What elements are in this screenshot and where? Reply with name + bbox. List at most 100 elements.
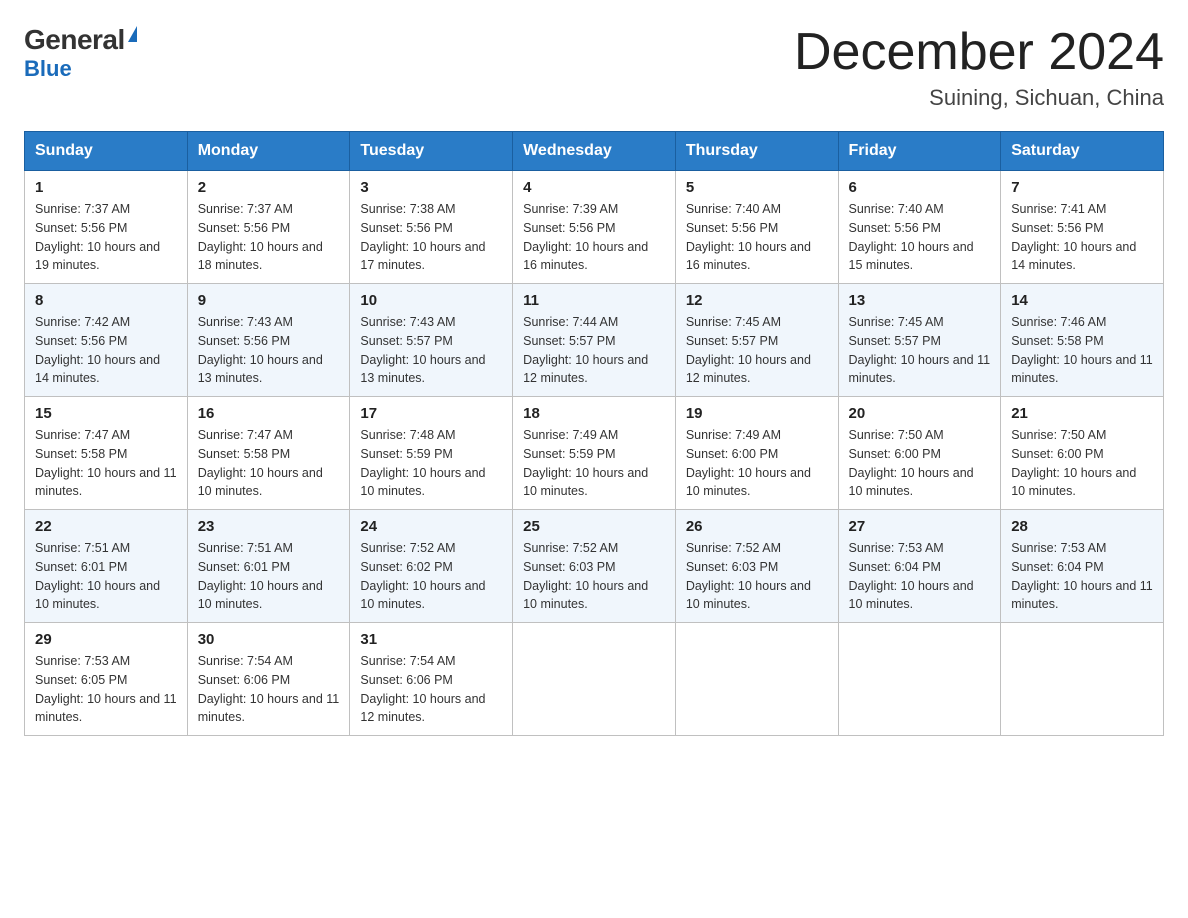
day-info: Sunrise: 7:53 AMSunset: 6:05 PMDaylight:… <box>35 654 177 724</box>
day-info: Sunrise: 7:39 AMSunset: 5:56 PMDaylight:… <box>523 202 648 272</box>
day-number: 8 <box>35 292 177 309</box>
day-number: 12 <box>686 292 828 309</box>
day-info: Sunrise: 7:53 AMSunset: 6:04 PMDaylight:… <box>849 541 974 611</box>
day-number: 16 <box>198 405 340 422</box>
logo: General Blue <box>24 24 125 82</box>
day-number: 13 <box>849 292 991 309</box>
calendar-day-cell: 22 Sunrise: 7:51 AMSunset: 6:01 PMDaylig… <box>25 510 188 623</box>
day-number: 24 <box>360 518 502 535</box>
day-number: 6 <box>849 179 991 196</box>
title-block: December 2024 Suining, Sichuan, China <box>794 24 1164 111</box>
calendar-day-cell: 12 Sunrise: 7:45 AMSunset: 5:57 PMDaylig… <box>675 284 838 397</box>
weekday-header-thursday: Thursday <box>675 132 838 171</box>
day-number: 2 <box>198 179 340 196</box>
day-number: 30 <box>198 631 340 648</box>
weekday-header-saturday: Saturday <box>1001 132 1164 171</box>
day-info: Sunrise: 7:40 AMSunset: 5:56 PMDaylight:… <box>686 202 811 272</box>
day-info: Sunrise: 7:40 AMSunset: 5:56 PMDaylight:… <box>849 202 974 272</box>
calendar-day-cell <box>513 623 676 736</box>
calendar-day-cell: 14 Sunrise: 7:46 AMSunset: 5:58 PMDaylig… <box>1001 284 1164 397</box>
day-number: 19 <box>686 405 828 422</box>
day-info: Sunrise: 7:52 AMSunset: 6:02 PMDaylight:… <box>360 541 485 611</box>
day-number: 10 <box>360 292 502 309</box>
day-info: Sunrise: 7:54 AMSunset: 6:06 PMDaylight:… <box>198 654 340 724</box>
calendar-week-row: 29 Sunrise: 7:53 AMSunset: 6:05 PMDaylig… <box>25 623 1164 736</box>
calendar-day-cell: 11 Sunrise: 7:44 AMSunset: 5:57 PMDaylig… <box>513 284 676 397</box>
day-info: Sunrise: 7:46 AMSunset: 5:58 PMDaylight:… <box>1011 315 1153 385</box>
day-number: 11 <box>523 292 665 309</box>
day-info: Sunrise: 7:43 AMSunset: 5:56 PMDaylight:… <box>198 315 323 385</box>
day-info: Sunrise: 7:52 AMSunset: 6:03 PMDaylight:… <box>686 541 811 611</box>
calendar-day-cell: 30 Sunrise: 7:54 AMSunset: 6:06 PMDaylig… <box>187 623 350 736</box>
calendar-day-cell: 6 Sunrise: 7:40 AMSunset: 5:56 PMDayligh… <box>838 171 1001 284</box>
day-info: Sunrise: 7:51 AMSunset: 6:01 PMDaylight:… <box>198 541 323 611</box>
calendar-day-cell: 1 Sunrise: 7:37 AMSunset: 5:56 PMDayligh… <box>25 171 188 284</box>
day-info: Sunrise: 7:50 AMSunset: 6:00 PMDaylight:… <box>849 428 974 498</box>
calendar-day-cell: 29 Sunrise: 7:53 AMSunset: 6:05 PMDaylig… <box>25 623 188 736</box>
day-info: Sunrise: 7:52 AMSunset: 6:03 PMDaylight:… <box>523 541 648 611</box>
day-number: 15 <box>35 405 177 422</box>
day-info: Sunrise: 7:43 AMSunset: 5:57 PMDaylight:… <box>360 315 485 385</box>
calendar-week-row: 15 Sunrise: 7:47 AMSunset: 5:58 PMDaylig… <box>25 397 1164 510</box>
day-info: Sunrise: 7:41 AMSunset: 5:56 PMDaylight:… <box>1011 202 1136 272</box>
day-number: 26 <box>686 518 828 535</box>
calendar-week-row: 22 Sunrise: 7:51 AMSunset: 6:01 PMDaylig… <box>25 510 1164 623</box>
weekday-header-row: SundayMondayTuesdayWednesdayThursdayFrid… <box>25 132 1164 171</box>
day-info: Sunrise: 7:50 AMSunset: 6:00 PMDaylight:… <box>1011 428 1136 498</box>
weekday-header-wednesday: Wednesday <box>513 132 676 171</box>
calendar-day-cell: 9 Sunrise: 7:43 AMSunset: 5:56 PMDayligh… <box>187 284 350 397</box>
day-number: 4 <box>523 179 665 196</box>
calendar-day-cell: 4 Sunrise: 7:39 AMSunset: 5:56 PMDayligh… <box>513 171 676 284</box>
calendar-day-cell: 26 Sunrise: 7:52 AMSunset: 6:03 PMDaylig… <box>675 510 838 623</box>
day-info: Sunrise: 7:47 AMSunset: 5:58 PMDaylight:… <box>35 428 177 498</box>
page-header: General Blue December 2024 Suining, Sich… <box>24 24 1164 111</box>
day-info: Sunrise: 7:51 AMSunset: 6:01 PMDaylight:… <box>35 541 160 611</box>
day-number: 31 <box>360 631 502 648</box>
day-info: Sunrise: 7:45 AMSunset: 5:57 PMDaylight:… <box>849 315 991 385</box>
day-number: 14 <box>1011 292 1153 309</box>
day-number: 23 <box>198 518 340 535</box>
day-number: 1 <box>35 179 177 196</box>
day-info: Sunrise: 7:47 AMSunset: 5:58 PMDaylight:… <box>198 428 323 498</box>
logo-blue-text: Blue <box>24 56 72 82</box>
calendar-day-cell: 25 Sunrise: 7:52 AMSunset: 6:03 PMDaylig… <box>513 510 676 623</box>
day-info: Sunrise: 7:37 AMSunset: 5:56 PMDaylight:… <box>35 202 160 272</box>
weekday-header-monday: Monday <box>187 132 350 171</box>
calendar-day-cell: 20 Sunrise: 7:50 AMSunset: 6:00 PMDaylig… <box>838 397 1001 510</box>
calendar-week-row: 8 Sunrise: 7:42 AMSunset: 5:56 PMDayligh… <box>25 284 1164 397</box>
day-number: 22 <box>35 518 177 535</box>
day-info: Sunrise: 7:42 AMSunset: 5:56 PMDaylight:… <box>35 315 160 385</box>
calendar-day-cell: 7 Sunrise: 7:41 AMSunset: 5:56 PMDayligh… <box>1001 171 1164 284</box>
calendar-day-cell: 27 Sunrise: 7:53 AMSunset: 6:04 PMDaylig… <box>838 510 1001 623</box>
day-number: 27 <box>849 518 991 535</box>
day-info: Sunrise: 7:44 AMSunset: 5:57 PMDaylight:… <box>523 315 648 385</box>
calendar-day-cell: 3 Sunrise: 7:38 AMSunset: 5:56 PMDayligh… <box>350 171 513 284</box>
month-year-title: December 2024 <box>794 24 1164 81</box>
day-info: Sunrise: 7:54 AMSunset: 6:06 PMDaylight:… <box>360 654 485 724</box>
day-number: 28 <box>1011 518 1153 535</box>
day-number: 17 <box>360 405 502 422</box>
calendar-day-cell <box>1001 623 1164 736</box>
day-number: 29 <box>35 631 177 648</box>
logo-general-text: General <box>24 24 125 56</box>
calendar-day-cell: 8 Sunrise: 7:42 AMSunset: 5:56 PMDayligh… <box>25 284 188 397</box>
day-number: 3 <box>360 179 502 196</box>
calendar-day-cell: 31 Sunrise: 7:54 AMSunset: 6:06 PMDaylig… <box>350 623 513 736</box>
calendar-day-cell: 16 Sunrise: 7:47 AMSunset: 5:58 PMDaylig… <box>187 397 350 510</box>
calendar-day-cell: 10 Sunrise: 7:43 AMSunset: 5:57 PMDaylig… <box>350 284 513 397</box>
day-info: Sunrise: 7:45 AMSunset: 5:57 PMDaylight:… <box>686 315 811 385</box>
day-number: 9 <box>198 292 340 309</box>
day-number: 7 <box>1011 179 1153 196</box>
day-info: Sunrise: 7:38 AMSunset: 5:56 PMDaylight:… <box>360 202 485 272</box>
day-number: 25 <box>523 518 665 535</box>
calendar-day-cell: 15 Sunrise: 7:47 AMSunset: 5:58 PMDaylig… <box>25 397 188 510</box>
calendar-day-cell: 23 Sunrise: 7:51 AMSunset: 6:01 PMDaylig… <box>187 510 350 623</box>
day-number: 20 <box>849 405 991 422</box>
day-info: Sunrise: 7:53 AMSunset: 6:04 PMDaylight:… <box>1011 541 1153 611</box>
calendar-day-cell: 19 Sunrise: 7:49 AMSunset: 6:00 PMDaylig… <box>675 397 838 510</box>
calendar-day-cell: 13 Sunrise: 7:45 AMSunset: 5:57 PMDaylig… <box>838 284 1001 397</box>
day-info: Sunrise: 7:49 AMSunset: 5:59 PMDaylight:… <box>523 428 648 498</box>
calendar-table: SundayMondayTuesdayWednesdayThursdayFrid… <box>24 131 1164 736</box>
day-number: 5 <box>686 179 828 196</box>
location-subtitle: Suining, Sichuan, China <box>794 85 1164 111</box>
